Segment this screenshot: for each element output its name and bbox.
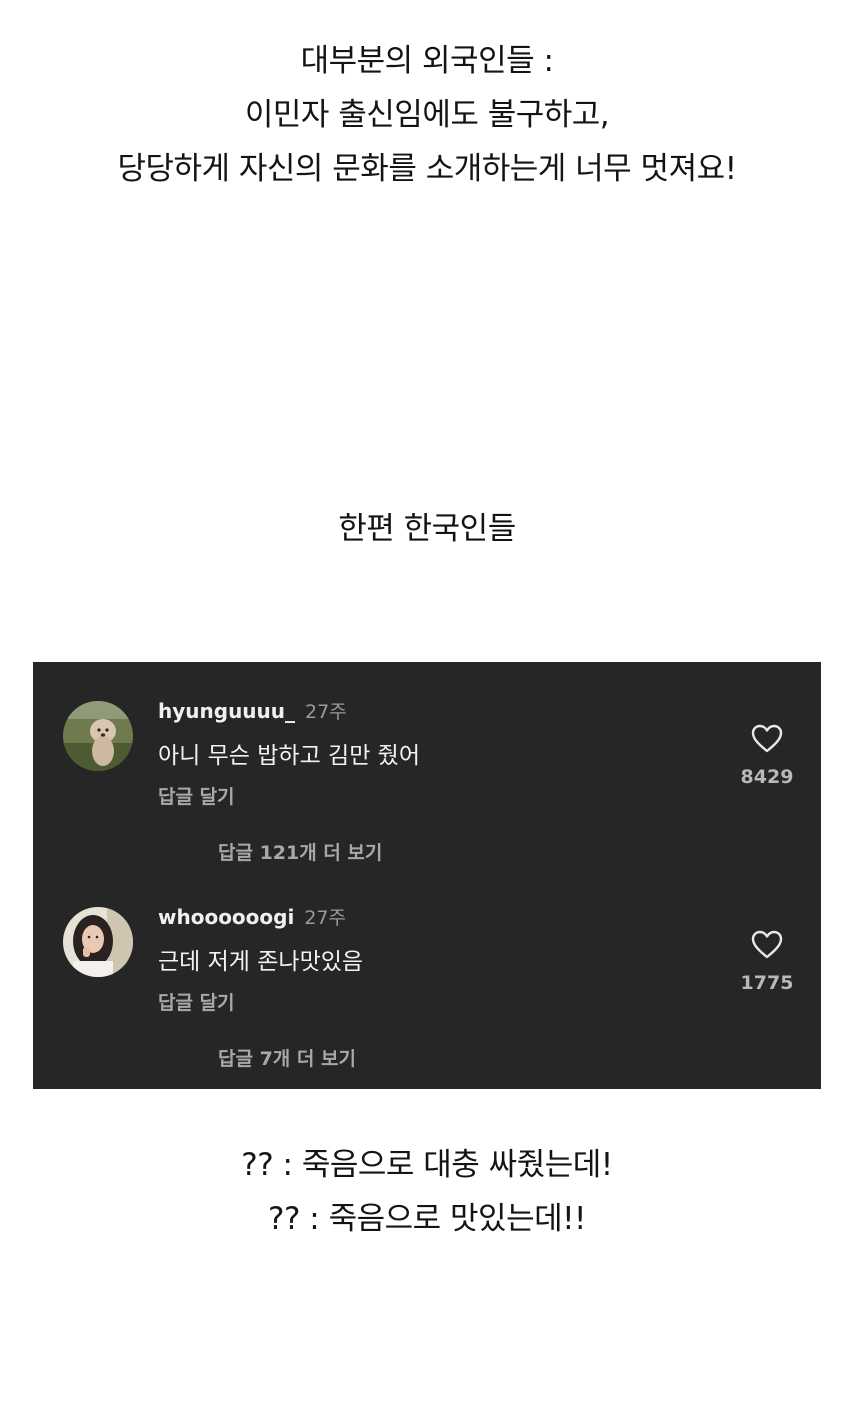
avatar[interactable] (63, 907, 133, 977)
like-count: 8429 (740, 766, 794, 788)
heart-outline-icon[interactable] (751, 724, 783, 754)
avatar-dog-image (63, 701, 133, 771)
intro-caption: 대부분의 외국인들 : 이민자 출신임에도 불구하고, 당당하게 자신의 문화를… (0, 34, 854, 196)
comment-text: 근데 저게 존나맛있음 (158, 949, 364, 975)
username[interactable]: whoooooogi (158, 905, 294, 929)
intro-line-3: 당당하게 자신의 문화를 소개하는게 너무 멋져요! (117, 151, 737, 187)
comment-item: whoooooogi 27주 근데 저게 존나맛있음 답글 달기 1775 (33, 904, 821, 1044)
avatar[interactable] (63, 701, 133, 771)
timestamp: 27주 (305, 701, 347, 723)
middle-line: 한편 한국인들 (338, 511, 516, 547)
reply-button[interactable]: 답글 달기 (158, 782, 235, 809)
comment-meta: whoooooogi 27주 (158, 904, 346, 930)
comment-item: hyunguuuu_ 27주 아니 무슨 밥하고 김만 줬어 답글 달기 8429 (33, 698, 821, 838)
intro-line-1: 대부분의 외국인들 : (300, 43, 554, 79)
view-more-replies-button[interactable]: 답글 7개 더 보기 (218, 1044, 356, 1071)
view-more-replies-button[interactable]: 답글 121개 더 보기 (218, 838, 382, 865)
reply-button[interactable]: 답글 달기 (158, 988, 235, 1015)
intro-line-2: 이민자 출신임에도 불구하고, (244, 97, 610, 133)
middle-caption: 한편 한국인들 (0, 502, 854, 556)
comment-text: 아니 무슨 밥하고 김만 줬어 (158, 743, 421, 769)
outro-caption: ?? : 죽음으로 대충 싸줬는데! ?? : 죽음으로 맛있는데!! (0, 1138, 854, 1246)
comment-panel: hyunguuuu_ 27주 아니 무슨 밥하고 김만 줬어 답글 달기 8429… (33, 662, 821, 1089)
like-count: 1775 (740, 972, 794, 994)
timestamp: 27주 (304, 907, 346, 929)
outro-line-2: ?? : 죽음으로 맛있는데!! (268, 1201, 586, 1237)
comment-meta: hyunguuuu_ 27주 (158, 698, 347, 724)
outro-line-1: ?? : 죽음으로 대충 싸줬는데! (241, 1147, 613, 1183)
avatar-person-image (63, 907, 133, 977)
username[interactable]: hyunguuuu_ (158, 699, 295, 723)
heart-outline-icon[interactable] (751, 930, 783, 960)
